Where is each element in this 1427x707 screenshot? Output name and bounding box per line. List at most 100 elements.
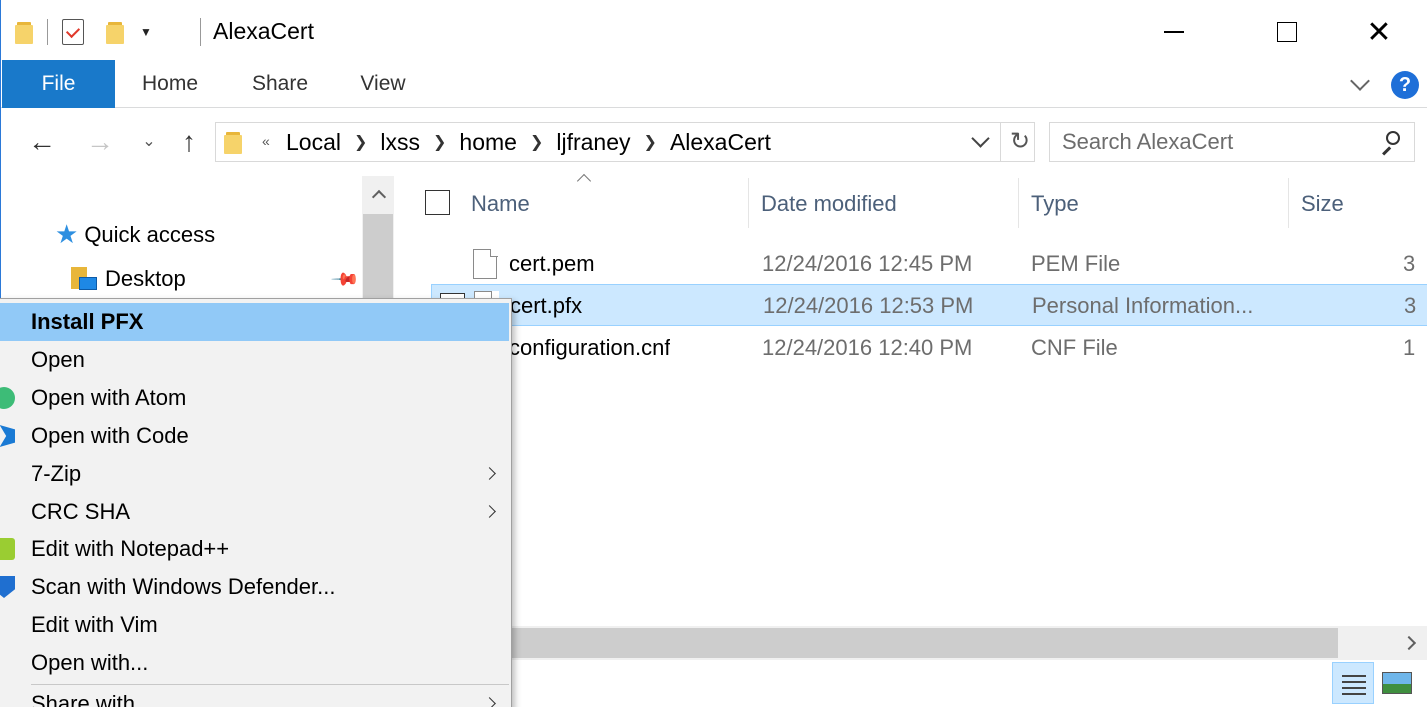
breadcrumb-chevron-icon[interactable]: ❯	[644, 132, 657, 152]
close-button[interactable]: ✕	[1356, 10, 1402, 54]
tab-file[interactable]: File	[2, 60, 115, 108]
address-row: ← → ⌄ ↑ « Local ❯ lxss ❯ home ❯ ljfraney…	[1, 109, 1427, 175]
refresh-icon[interactable]: ↻	[1006, 127, 1034, 157]
search-placeholder: Search AlexaCert	[1062, 129, 1234, 154]
expand-ribbon-chevron-icon[interactable]	[1346, 70, 1376, 100]
maximize-button[interactable]	[1264, 10, 1310, 54]
back-button[interactable]: ←	[27, 127, 57, 157]
properties-icon[interactable]	[62, 19, 84, 45]
menu-item-edit-with-notepadpp[interactable]: Edit with Notepad++	[0, 530, 509, 568]
title-separator	[200, 18, 201, 46]
menu-item-label: Open with Code	[31, 423, 189, 448]
menu-item-label: Edit with Notepad++	[31, 536, 230, 561]
breadcrumb-local[interactable]: Local	[286, 129, 341, 156]
file-icon	[473, 248, 498, 279]
help-icon[interactable]: ?	[1391, 71, 1419, 99]
column-divider[interactable]	[1018, 178, 1019, 228]
breadcrumb-chevron-icon[interactable]: ❯	[530, 132, 543, 152]
file-type: Personal Information...	[1032, 293, 1254, 318]
scrollbar-thumb[interactable]	[398, 628, 1338, 658]
menu-item-label: Share with	[31, 691, 135, 707]
file-row[interactable]: configuration.cnf 12/24/2016 12:40 PM CN…	[431, 327, 1427, 369]
file-size: 3	[1404, 293, 1417, 318]
select-all-checkbox[interactable]	[425, 190, 450, 215]
menu-item-install-pfx[interactable]: Install PFX	[0, 303, 509, 341]
search-input[interactable]: Search AlexaCert	[1049, 122, 1415, 162]
breadcrumb-alexacert[interactable]: AlexaCert	[670, 129, 771, 156]
file-date: 12/24/2016 12:40 PM	[762, 335, 973, 360]
address-bar[interactable]: « Local ❯ lxss ❯ home ❯ ljfraney ❯ Alexa…	[215, 122, 1035, 162]
menu-item-open-with-atom[interactable]: Open with Atom	[0, 379, 509, 417]
address-history-dropdown-icon[interactable]	[968, 131, 994, 153]
breadcrumb-chevron-icon[interactable]: ❯	[354, 132, 367, 152]
search-icon[interactable]	[1380, 131, 1402, 156]
forward-button[interactable]: →	[85, 127, 115, 157]
menu-item-scan-with-defender[interactable]: Scan with Windows Defender...	[0, 568, 509, 606]
file-row-selected[interactable]: cert.pfx 12/24/2016 12:53 PM Personal In…	[431, 284, 1427, 326]
maximize-icon	[1277, 22, 1297, 42]
file-size: 3	[1403, 251, 1416, 276]
file-type: CNF File	[1031, 335, 1118, 360]
breadcrumb-lxss[interactable]: lxss	[380, 129, 420, 156]
scroll-right-icon[interactable]	[1394, 626, 1427, 660]
menu-item-open[interactable]: Open	[0, 341, 509, 379]
file-list-scrollbar[interactable]	[398, 626, 1427, 660]
menu-separator	[31, 684, 509, 685]
menu-item-open-with[interactable]: Open with...	[0, 644, 509, 682]
file-name: configuration.cnf	[509, 335, 671, 360]
file-type: PEM File	[1031, 251, 1121, 276]
star-icon: ★	[55, 219, 79, 249]
menu-item-7zip[interactable]: 7-Zip	[0, 455, 509, 493]
menu-item-label: 7-Zip	[31, 461, 82, 486]
menu-item-label: Open with...	[31, 650, 149, 675]
column-divider[interactable]	[1288, 178, 1289, 228]
breadcrumb: Local ❯ lxss ❯ home ❯ ljfraney ❯ AlexaCe…	[286, 123, 771, 161]
desktop-folder-icon	[71, 267, 97, 291]
quick-access-toolbar: ▼	[15, 14, 152, 50]
menu-item-open-with-code[interactable]: Open with Code	[0, 417, 509, 455]
menu-item-edit-with-vim[interactable]: Edit with Vim	[0, 606, 509, 644]
scroll-up-icon[interactable]	[362, 176, 394, 212]
file-row[interactable]: cert.pem 12/24/2016 12:45 PM PEM File 3	[431, 243, 1427, 285]
customize-toolbar-dropdown-icon[interactable]: ▼	[140, 25, 152, 39]
large-icons-view-icon[interactable]	[1382, 672, 1412, 694]
atom-icon	[0, 387, 15, 409]
menu-item-crc-sha[interactable]: CRC SHA	[0, 493, 509, 531]
breadcrumb-overflow[interactable]: «	[262, 133, 270, 149]
breadcrumb-chevron-icon[interactable]: ❯	[433, 132, 446, 152]
tab-home[interactable]: Home	[121, 60, 219, 108]
up-button[interactable]: ↑	[174, 127, 204, 157]
submenu-chevron-icon	[483, 697, 496, 707]
file-date: 12/24/2016 12:45 PM	[762, 251, 973, 276]
notepadpp-icon	[0, 538, 15, 560]
nav-item-label: Desktop	[105, 266, 186, 291]
close-icon: ✕	[1366, 15, 1392, 49]
minimize-button[interactable]	[1151, 10, 1197, 54]
file-name: cert.pfx	[510, 293, 583, 318]
file-date: 12/24/2016 12:53 PM	[763, 293, 974, 318]
menu-item-label: Open	[31, 347, 85, 372]
details-view-icon[interactable]	[1332, 662, 1374, 704]
folder-icon[interactable]	[15, 20, 33, 44]
recent-locations-chevron-icon[interactable]: ⌄	[134, 127, 164, 157]
column-header-name[interactable]: Name	[471, 176, 530, 230]
column-header-size[interactable]: Size	[1301, 176, 1344, 230]
nav-item-desktop[interactable]: Desktop	[71, 266, 186, 292]
new-folder-icon[interactable]	[106, 20, 124, 44]
sort-ascending-icon	[577, 170, 591, 184]
column-divider[interactable]	[748, 178, 749, 228]
explorer-window: ▼ AlexaCert ✕ File Home Share View ? ← →…	[0, 0, 1427, 707]
file-size: 1	[1403, 335, 1416, 360]
tab-view[interactable]: View	[339, 60, 427, 108]
nav-item-quick-access[interactable]: ★ Quick access	[55, 219, 215, 250]
tab-share[interactable]: Share	[231, 60, 329, 108]
column-header-type[interactable]: Type	[1031, 176, 1079, 230]
title-bar: ▼ AlexaCert ✕	[1, 0, 1427, 60]
menu-item-share-with[interactable]: Share with	[0, 685, 509, 707]
toolbar-separator	[47, 19, 48, 45]
breadcrumb-home[interactable]: home	[459, 129, 517, 156]
column-header-date[interactable]: Date modified	[761, 176, 897, 230]
address-divider	[1000, 123, 1001, 161]
breadcrumb-ljfraney[interactable]: ljfraney	[556, 129, 630, 156]
menu-item-label: CRC SHA	[31, 499, 131, 524]
